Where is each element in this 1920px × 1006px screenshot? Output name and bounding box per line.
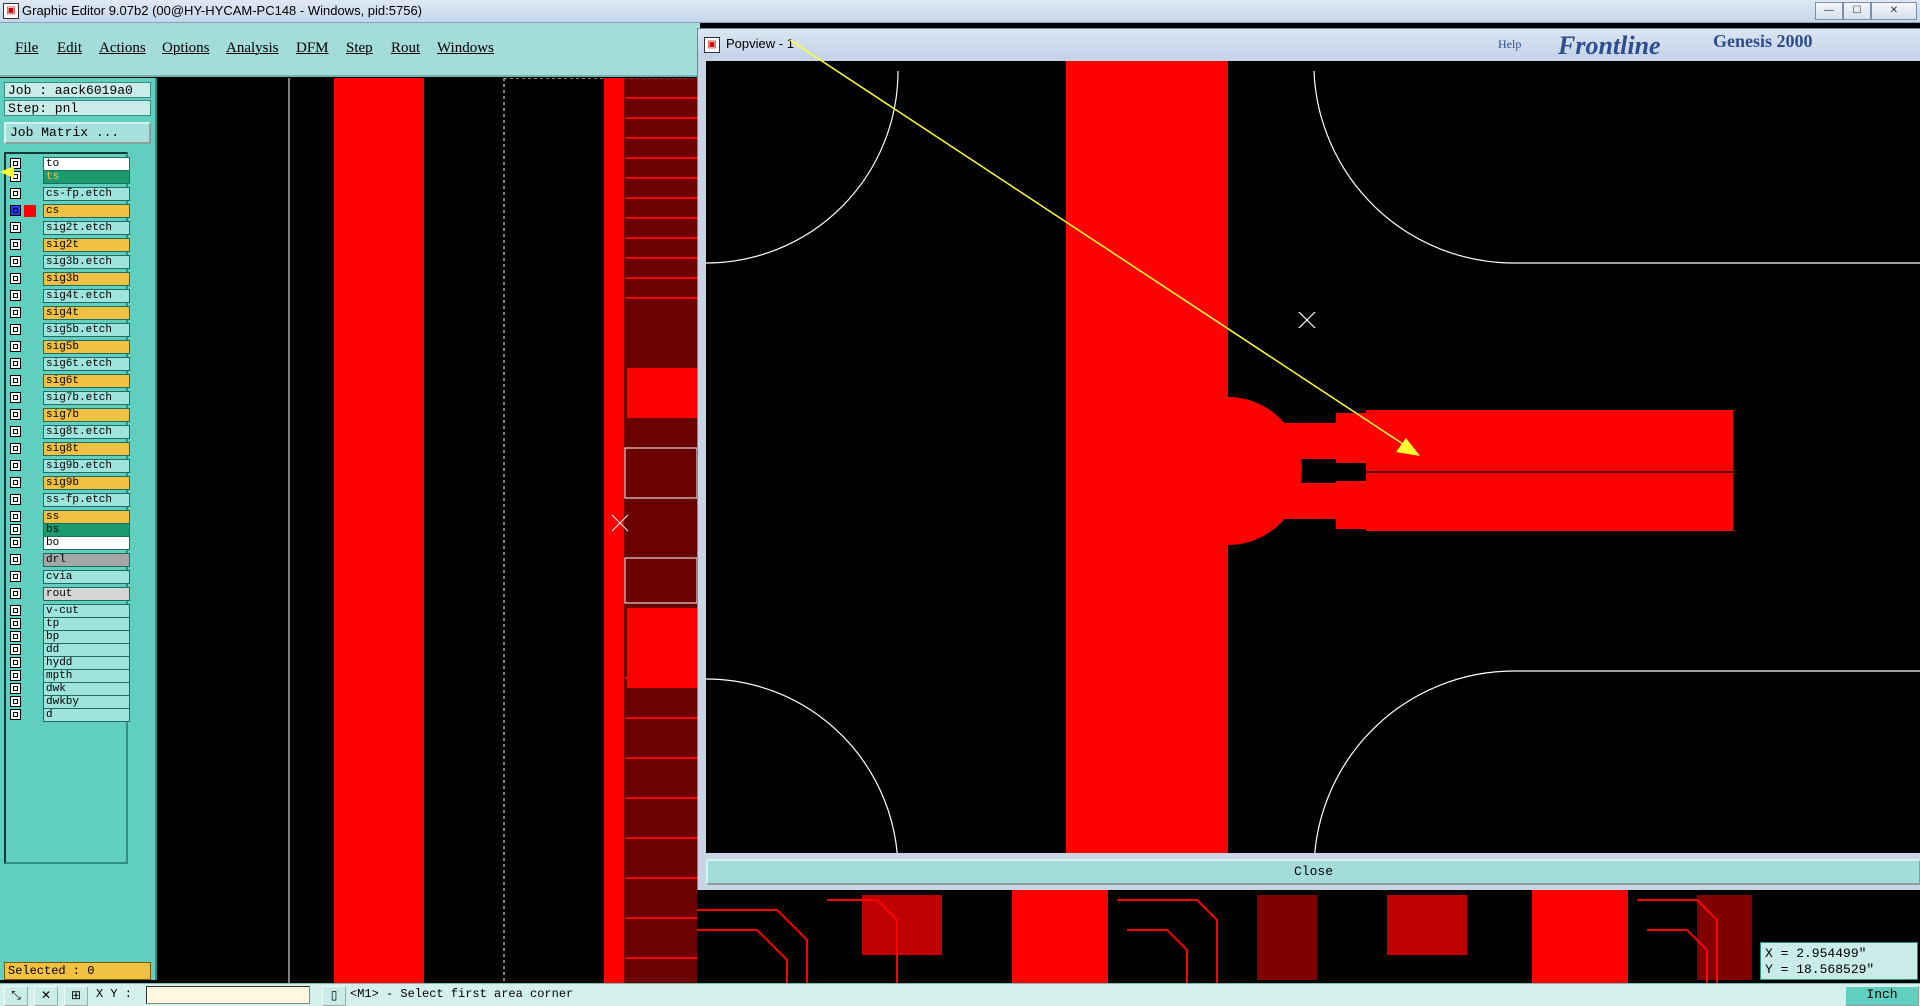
coord-x: X = 2.954499": [1765, 946, 1867, 961]
main-canvas-bottom[interactable]: [697, 890, 1757, 983]
xy-label: X Y :: [96, 987, 133, 1001]
coord-y: Y = 18.568529": [1765, 962, 1875, 977]
cancel-icon[interactable]: ✕: [34, 986, 58, 1006]
pcb-view-bottom: [697, 890, 1752, 983]
grid-icon[interactable]: ⊞: [64, 986, 88, 1006]
coordinate-panel: X = 2.954499" Y = 18.568529": [1757, 890, 1920, 983]
units-button[interactable]: Inch: [1845, 986, 1919, 1006]
annotation-arrow: [0, 39, 1420, 456]
prompt-message: <M1> - Select first area corner: [350, 987, 574, 1001]
pause-icon[interactable]: ▯: [322, 986, 346, 1006]
status-bar: ⤡ ✕ ⊞ X Y : ▯ <M1> - Select first area c…: [0, 983, 1920, 1006]
coordinate-readout: X = 2.954499" Y = 18.568529": [1760, 942, 1918, 980]
zoom-area-icon[interactable]: ⤡: [4, 986, 28, 1006]
xy-input[interactable]: [146, 986, 310, 1004]
